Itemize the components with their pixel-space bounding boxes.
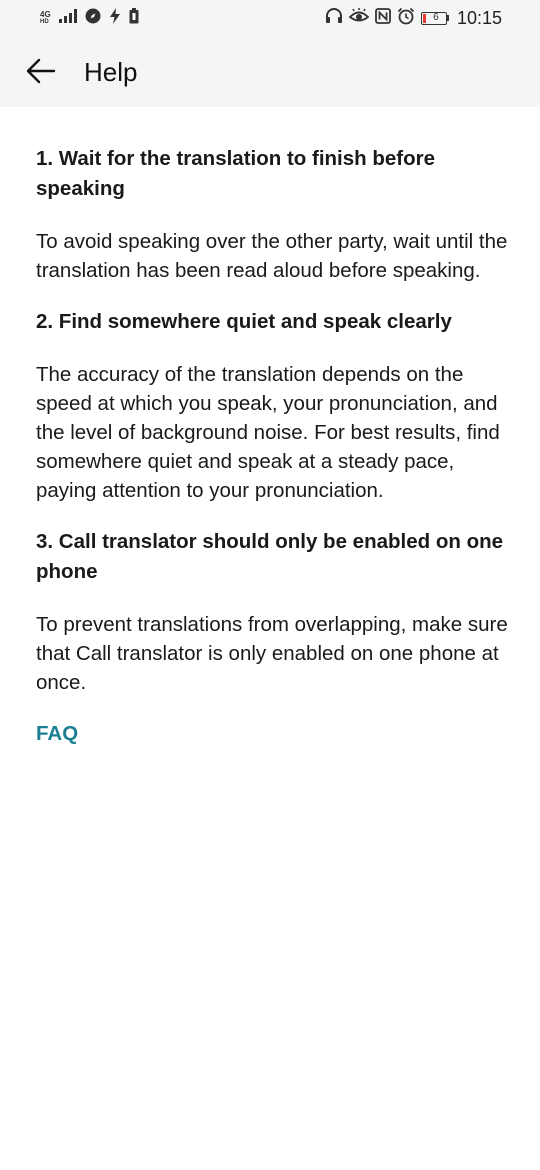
battery-tip bbox=[446, 15, 449, 21]
section-heading: 1. Wait for the translation to finish be… bbox=[36, 147, 436, 200]
help-content: 1. Wait for the translation to finish be… bbox=[36, 144, 510, 749]
headphones-icon bbox=[325, 7, 343, 29]
section-body: The accuracy of the translation depends … bbox=[36, 363, 500, 502]
status-right-group: 6 10:15 bbox=[325, 7, 502, 30]
battery-fill bbox=[422, 13, 426, 23]
battery-indicator: 6 bbox=[420, 11, 449, 25]
faq-link[interactable]: FAQ bbox=[36, 719, 78, 749]
section-body: To prevent translations from overlapping… bbox=[36, 613, 508, 694]
network-type-label: 4G bbox=[40, 9, 51, 19]
section-body: To avoid speaking over the other party, … bbox=[36, 230, 508, 282]
help-screen: 4G HD 6 10:15 Help 1. Wait for the trans… bbox=[0, 0, 540, 1170]
back-button[interactable] bbox=[20, 52, 62, 94]
help-section-1: 1. Wait for the translation to finish be… bbox=[36, 144, 510, 285]
back-arrow-icon bbox=[26, 58, 56, 89]
network-type-indicator: 4G HD bbox=[40, 9, 51, 26]
nfc-icon bbox=[375, 7, 391, 29]
app-bar: Help bbox=[0, 40, 540, 106]
alarm-icon bbox=[397, 7, 415, 30]
section-heading: 3. Call translator should only be enable… bbox=[36, 530, 504, 583]
network-sub-label: HD bbox=[40, 18, 49, 25]
eye-comfort-icon bbox=[348, 7, 370, 29]
status-bar: 4G HD 6 10:15 bbox=[0, 0, 540, 36]
status-time: 10:15 bbox=[456, 7, 502, 28]
top-bar: 4G HD 6 10:15 Help bbox=[0, 0, 540, 107]
signal-icon bbox=[58, 8, 77, 28]
help-section-3: 3. Call translator should only be enable… bbox=[36, 527, 510, 697]
status-left-group: 4G HD bbox=[40, 7, 139, 29]
battery-level-label: 6 bbox=[433, 12, 439, 23]
battery-saver-icon bbox=[129, 7, 139, 29]
page-title: Help bbox=[84, 57, 138, 87]
battery-icon: 6 bbox=[420, 11, 447, 25]
flash-icon bbox=[109, 7, 121, 29]
compass-icon bbox=[85, 8, 101, 29]
section-heading: 2. Find somewhere quiet and speak clearl… bbox=[36, 310, 452, 333]
help-section-2: 2. Find somewhere quiet and speak clearl… bbox=[36, 307, 510, 505]
